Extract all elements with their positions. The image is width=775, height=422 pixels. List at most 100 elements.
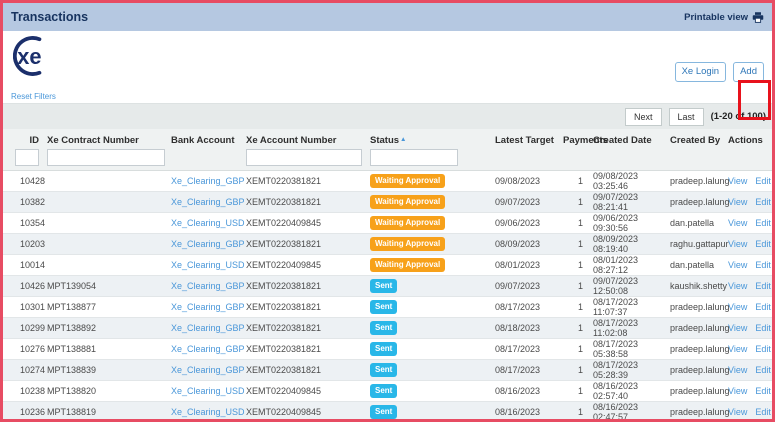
view-link[interactable]: View <box>728 407 747 417</box>
table-row: 10238 MPT138820 Xe_Clearing_USD XEMT0220… <box>3 380 772 401</box>
bank-account-link[interactable]: Xe_Clearing_GBP <box>171 239 245 249</box>
cell-latest-target: 08/17/2023 <box>495 302 563 312</box>
bank-account-link[interactable]: Xe_Clearing_GBP <box>171 176 245 186</box>
column-header-created-date[interactable]: Created Date <box>589 129 666 146</box>
edit-link[interactable]: Edit <box>755 260 771 270</box>
table-row: 10426 MPT139054 Xe_Clearing_GBP XEMT0220… <box>3 275 772 296</box>
cell-actions: View Edit <box>724 344 772 354</box>
view-link[interactable]: View <box>728 323 747 333</box>
printable-view-button[interactable]: Printable view <box>684 12 764 23</box>
bank-account-link[interactable]: Xe_Clearing_USD <box>171 407 245 417</box>
cell-contract: MPT138820 <box>47 386 171 396</box>
view-link[interactable]: View <box>728 239 747 249</box>
cell-xe-account: XEMT0220381821 <box>246 365 370 375</box>
column-header-status[interactable]: Status▲ <box>370 129 495 166</box>
edit-link[interactable]: Edit <box>755 407 771 417</box>
xe-login-button[interactable]: Xe Login <box>675 62 727 82</box>
edit-link[interactable]: Edit <box>755 281 771 291</box>
table-header-row: ID Xe Contract Number Bank Account Xe Ac… <box>3 129 772 171</box>
cell-actions: View Edit <box>724 218 772 228</box>
edit-link[interactable]: Edit <box>755 239 771 249</box>
status-badge: Sent <box>370 405 397 419</box>
view-link[interactable]: View <box>728 260 747 270</box>
column-header-contract[interactable]: Xe Contract Number <box>47 129 171 166</box>
edit-link[interactable]: Edit <box>755 218 771 228</box>
table-row: 10301 MPT138877 Xe_Clearing_GBP XEMT0220… <box>3 296 772 317</box>
cell-status: Waiting Approval <box>370 237 495 251</box>
view-link[interactable]: View <box>728 176 747 186</box>
edit-link[interactable]: Edit <box>755 197 771 207</box>
top-action-buttons: Xe Login Add <box>675 62 764 82</box>
column-header-bank-account[interactable]: Bank Account <box>171 129 246 146</box>
column-header-id[interactable]: ID <box>3 129 47 166</box>
cell-created-by: pradeep.lalung <box>666 344 724 354</box>
cell-latest-target: 08/18/2023 <box>495 323 563 333</box>
bank-account-link[interactable]: Xe_Clearing_GBP <box>171 344 245 354</box>
status-badge: Waiting Approval <box>370 195 445 209</box>
bank-account-link[interactable]: Xe_Clearing_GBP <box>171 323 245 333</box>
cell-created-by: dan.patella <box>666 218 724 228</box>
cell-id: 10203 <box>3 239 47 249</box>
edit-link[interactable]: Edit <box>755 302 771 312</box>
cell-created-by: pradeep.lalung <box>666 323 724 333</box>
cell-created-by: pradeep.lalung <box>666 176 724 186</box>
filter-input-contract[interactable] <box>47 149 165 166</box>
column-header-payments[interactable]: Payments <box>563 129 589 146</box>
bank-account-link[interactable]: Xe_Clearing_GBP <box>171 302 245 312</box>
pagination-last-button[interactable]: Last <box>669 108 704 126</box>
cell-status: Sent <box>370 384 495 398</box>
cell-created-date: 09/06/2023 09:30:56 <box>589 213 666 233</box>
view-link[interactable]: View <box>728 218 747 228</box>
cell-contract: MPT138839 <box>47 365 171 375</box>
printable-view-label: Printable view <box>684 12 748 23</box>
view-link[interactable]: View <box>728 302 747 312</box>
bank-account-link[interactable]: Xe_Clearing_USD <box>171 260 245 270</box>
sort-asc-icon: ▲ <box>400 136 406 143</box>
column-header-latest-target[interactable]: Latest Target <box>495 129 563 146</box>
filter-input-xe-account[interactable] <box>246 149 362 166</box>
view-link[interactable]: View <box>728 197 747 207</box>
cell-created-by: raghu.gattapur <box>666 239 724 249</box>
cell-created-by: pradeep.lalung <box>666 197 724 207</box>
cell-actions: View Edit <box>724 281 772 291</box>
bank-account-link[interactable]: Xe_Clearing_USD <box>171 386 245 396</box>
cell-xe-account: XEMT0220381821 <box>246 176 370 186</box>
cell-status: Sent <box>370 321 495 335</box>
cell-created-date: 09/08/2023 03:25:46 <box>589 171 666 191</box>
edit-link[interactable]: Edit <box>755 176 771 186</box>
edit-link[interactable]: Edit <box>755 323 771 333</box>
edit-link[interactable]: Edit <box>755 365 771 375</box>
cell-created-by: pradeep.lalung <box>666 407 724 417</box>
edit-link[interactable]: Edit <box>755 344 771 354</box>
bank-account-link[interactable]: Xe_Clearing_GBP <box>171 197 245 207</box>
bank-account-link[interactable]: Xe_Clearing_GBP <box>171 365 245 375</box>
view-link[interactable]: View <box>728 386 747 396</box>
cell-actions: View Edit <box>724 365 772 375</box>
column-header-xe-account[interactable]: Xe Account Number <box>246 129 370 166</box>
bank-account-link[interactable]: Xe_Clearing_GBP <box>171 281 245 291</box>
add-button[interactable]: Add <box>733 62 764 82</box>
view-link[interactable]: View <box>728 344 747 354</box>
table-row: 10354 Xe_Clearing_USD XEMT0220409845 Wai… <box>3 212 772 233</box>
cell-payments: 1 <box>563 302 589 312</box>
filter-input-status[interactable] <box>370 149 458 166</box>
reset-filters-link[interactable]: Reset Filters <box>11 92 56 101</box>
cell-actions: View Edit <box>724 260 772 270</box>
pagination-next-button[interactable]: Next <box>625 108 662 126</box>
cell-latest-target: 08/17/2023 <box>495 365 563 375</box>
cell-actions: View Edit <box>724 302 772 312</box>
cell-created-date: 08/09/2023 08:19:40 <box>589 234 666 254</box>
view-link[interactable]: View <box>728 281 747 291</box>
view-link[interactable]: View <box>728 365 747 375</box>
table-row: 10014 Xe_Clearing_USD XEMT0220409845 Wai… <box>3 254 772 275</box>
column-header-created-by[interactable]: Created By <box>666 129 724 146</box>
status-badge: Sent <box>370 300 397 314</box>
filter-input-id[interactable] <box>15 149 39 166</box>
cell-payments: 1 <box>563 218 589 228</box>
edit-link[interactable]: Edit <box>755 386 771 396</box>
cell-actions: View Edit <box>724 323 772 333</box>
status-badge: Sent <box>370 363 397 377</box>
cell-bank-account: Xe_Clearing_USD <box>171 260 246 270</box>
bank-account-link[interactable]: Xe_Clearing_USD <box>171 218 245 228</box>
table-row: 10428 Xe_Clearing_GBP XEMT0220381821 Wai… <box>3 171 772 191</box>
